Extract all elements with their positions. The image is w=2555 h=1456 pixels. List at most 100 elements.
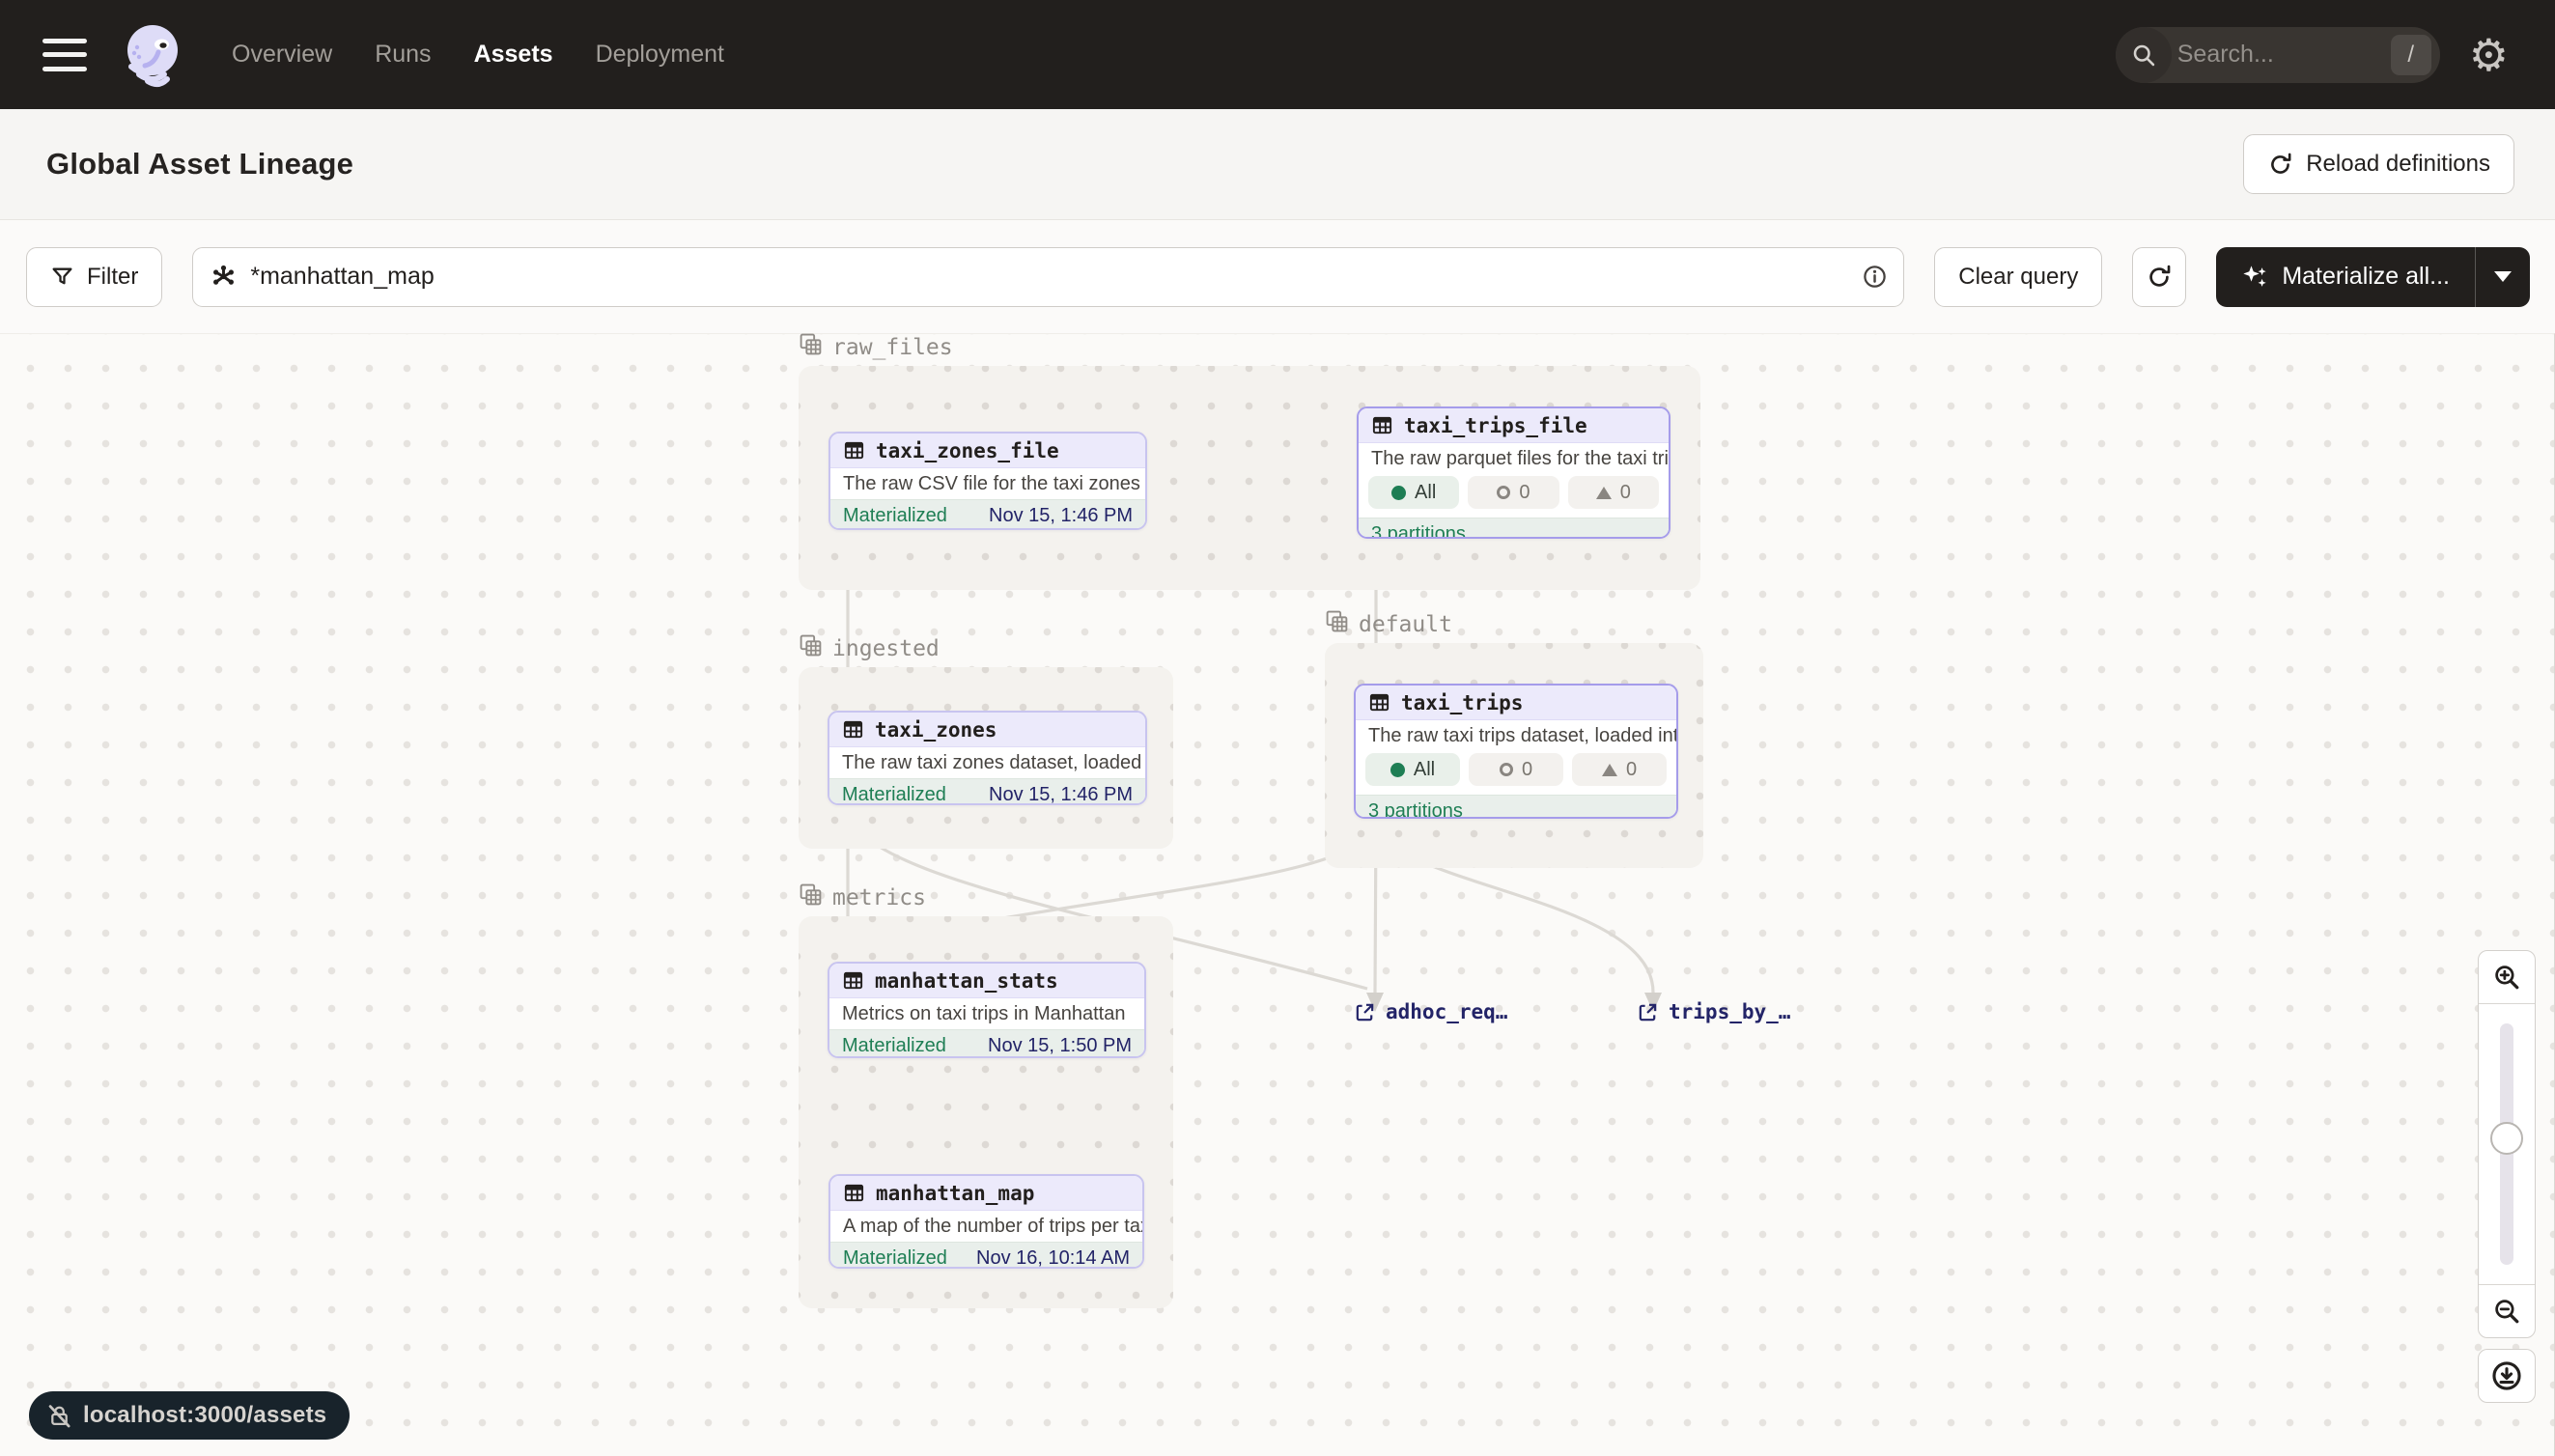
asset-node-taxi_trips_file[interactable]: taxi_trips_fileThe raw parquet files for… <box>1357 406 1671 539</box>
asset-node-taxi_zones_file[interactable]: taxi_zones_file The raw CSV file for the … <box>828 432 1147 530</box>
triangle-icon <box>1596 487 1612 499</box>
asset-node-footer: MaterializedNov 15, 1:50 PM <box>829 1029 1144 1058</box>
partition-pill-label: 0 <box>1626 759 1637 781</box>
asset-node-taxi_zones[interactable]: taxi_zones The raw taxi zones dataset, lo… <box>828 711 1147 805</box>
search-input[interactable]: Search... / <box>2116 27 2440 83</box>
external-asset-name: trips_by_… <box>1669 1000 1790 1023</box>
search-icon <box>2116 27 2172 83</box>
ring-icon <box>1497 486 1510 499</box>
materialize-options-button[interactable] <box>2476 247 2530 307</box>
materialized-timestamp: Nov 15, 1:50 PM <box>988 1035 1132 1057</box>
sparkle-icon <box>2241 264 2268 291</box>
refresh-graph-button[interactable] <box>2132 247 2186 307</box>
asset-node-header: taxi_zones_file <box>830 434 1145 468</box>
external-asset-name: adhoc_req… <box>1386 1000 1507 1023</box>
partitions-count: 3 partitions <box>1371 523 1466 539</box>
nav-item-assets[interactable]: Assets <box>474 41 553 69</box>
materialized-timestamp: Nov 16, 10:14 AM <box>976 1247 1130 1269</box>
page-header: Global Asset Lineage Reload definitions <box>0 109 2555 220</box>
dot-icon <box>1391 486 1406 500</box>
group-label-text: default <box>1359 612 1452 637</box>
asset-description: Metrics on taxi trips in Manhattan <box>829 998 1144 1029</box>
clear-query-button[interactable]: Clear query <box>1934 247 2102 307</box>
dagster-logo-icon[interactable] <box>118 21 185 89</box>
asset-node-footer: 3 partitions <box>1356 795 1676 819</box>
zoom-slider[interactable] <box>2479 1004 2535 1284</box>
url-text: localhost:3000/assets <box>83 1402 326 1429</box>
partition-pill[interactable]: 0 <box>1572 753 1667 786</box>
asset-node-header: taxi_trips <box>1356 686 1676 720</box>
asset-description: The raw taxi zones dataset, loaded int..… <box>829 747 1145 778</box>
partition-pill-label: All <box>1415 482 1436 504</box>
partition-pill[interactable]: 0 <box>1469 753 1563 786</box>
table-icon <box>1368 691 1390 714</box>
filter-button[interactable]: Filter <box>26 247 162 307</box>
triangle-icon <box>1602 764 1617 776</box>
external-asset-trips_by[interactable]: trips_by_… <box>1637 1000 1790 1023</box>
asset-name: taxi_trips <box>1401 691 1523 714</box>
zoom-out-button[interactable] <box>2479 1285 2535 1337</box>
partitions-count: 3 partitions <box>1368 800 1463 819</box>
query-text-field[interactable] <box>250 263 1848 291</box>
lock-slash-icon <box>46 1403 72 1429</box>
external-asset-adhoc_req[interactable]: adhoc_req… <box>1354 1000 1507 1023</box>
reload-definitions-button[interactable]: Reload definitions <box>2243 134 2514 194</box>
asset-node-header: taxi_trips_file <box>1359 408 1669 443</box>
materialize-all-button[interactable]: Materialize all... <box>2216 247 2475 307</box>
asset-description: The raw taxi trips dataset, loaded into … <box>1356 720 1676 751</box>
nav-item-runs[interactable]: Runs <box>375 41 431 69</box>
asset-description: The raw parquet files for the taxi trips… <box>1359 443 1669 474</box>
zoom-slider-thumb[interactable] <box>2490 1122 2523 1155</box>
ring-icon <box>1500 763 1513 776</box>
partition-pill[interactable]: 0 <box>1568 476 1659 509</box>
asset-node-header: taxi_zones <box>829 713 1145 747</box>
zoom-controls <box>2478 950 2536 1338</box>
group-label-text: metrics <box>832 885 926 910</box>
group-icon <box>799 332 823 362</box>
asset-query-input[interactable] <box>192 247 1904 307</box>
asset-node-footer: 3 partitions <box>1359 518 1669 539</box>
partition-pill[interactable]: All <box>1368 476 1459 509</box>
menu-icon[interactable] <box>42 39 87 71</box>
download-icon <box>2490 1359 2523 1392</box>
nav-item-overview[interactable]: Overview <box>232 41 332 69</box>
group-label-ingested: ingested <box>799 633 940 663</box>
chevron-down-icon <box>2494 271 2512 282</box>
asset-name: taxi_zones_file <box>876 439 1059 462</box>
asset-node-header: manhattan_stats <box>829 964 1144 998</box>
materialized-status: Materialized <box>843 1247 947 1269</box>
nav-links: Overview Runs Assets Deployment <box>232 41 724 69</box>
zoom-out-icon <box>2492 1297 2521 1326</box>
partition-pill[interactable]: All <box>1365 753 1460 786</box>
external-link-icon <box>1354 1001 1376 1023</box>
partition-pill[interactable]: 0 <box>1468 476 1558 509</box>
funnel-icon <box>50 265 74 289</box>
zoom-in-button[interactable] <box>2479 951 2535 1003</box>
gear-icon[interactable]: ⚙ <box>2469 33 2509 77</box>
materialized-status: Materialized <box>843 505 947 527</box>
asset-node-manhattan_map[interactable]: manhattan_mapA map of the number of trip… <box>828 1174 1144 1269</box>
refresh-icon <box>2146 264 2173 291</box>
zoom-in-icon <box>2492 963 2521 992</box>
asset-name: taxi_zones <box>875 718 997 742</box>
partition-pill-label: All <box>1414 759 1435 781</box>
group-label-raw_files: raw_files <box>799 332 953 362</box>
asset-description: A map of the number of trips per taxi z.… <box>830 1211 1142 1242</box>
partition-pill-row: All 0 0 <box>1356 751 1676 795</box>
search-shortcut-badge: / <box>2391 35 2431 75</box>
asset-description: The raw CSV file for the taxi zones dat.… <box>830 468 1145 499</box>
asset-node-header: manhattan_map <box>830 1176 1142 1211</box>
table-icon <box>843 439 865 462</box>
table-icon <box>843 1182 865 1204</box>
download-graph-button[interactable] <box>2478 1349 2536 1403</box>
search-placeholder: Search... <box>2177 41 2391 69</box>
asset-lineage-canvas[interactable]: raw_files ingested default metrics taxi_zone… <box>0 333 2555 1456</box>
asset-node-taxi_trips[interactable]: taxi_trips The raw taxi trips dataset, lo… <box>1354 684 1678 819</box>
info-icon[interactable] <box>1862 264 1888 290</box>
nav-item-deployment[interactable]: Deployment <box>596 41 724 69</box>
asset-node-footer: Materialized Nov 16, 10:14 AM <box>830 1242 1142 1269</box>
group-icon <box>799 633 823 663</box>
materialize-all-split-button: Materialize all... <box>2216 247 2530 307</box>
asset-node-manhattan_stats[interactable]: manhattan_statsMetrics on taxi trips in … <box>828 962 1146 1058</box>
graph-query-icon <box>211 264 237 290</box>
